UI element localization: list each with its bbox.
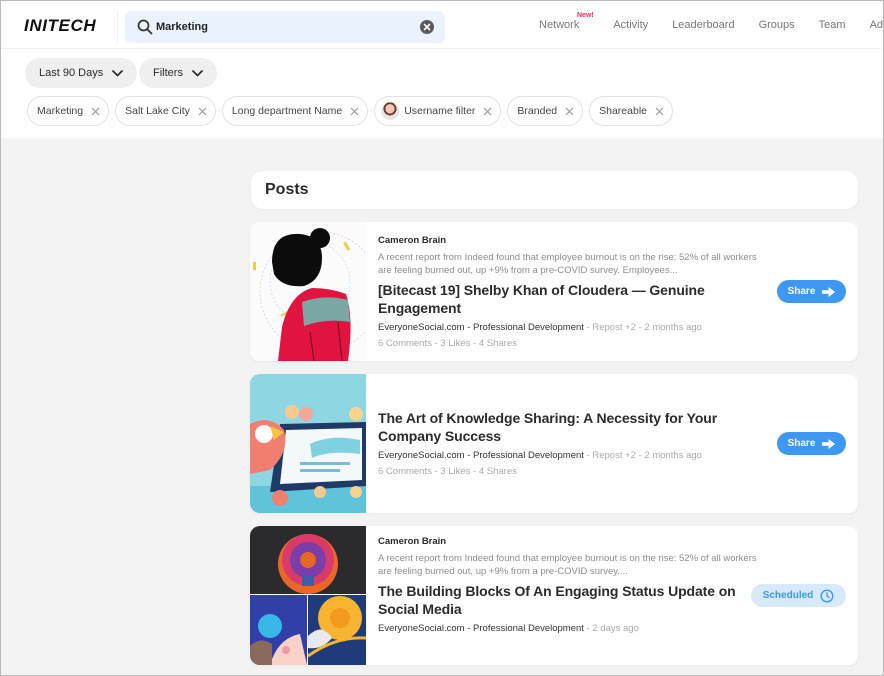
illustration-collage-image xyxy=(250,526,366,665)
post-source[interactable]: EveryoneSocial.com - Professional Develo… xyxy=(378,623,584,634)
scheduled-label: Scheduled xyxy=(763,590,814,601)
chip-label: Salt Lake City xyxy=(125,105,190,117)
nav-item-activity[interactable]: Activity xyxy=(613,19,648,31)
remove-filter-icon[interactable] xyxy=(565,107,574,116)
new-badge: New! xyxy=(577,12,594,19)
filter-chip[interactable]: Marketing xyxy=(27,96,109,126)
main-nav: Network New! Activity Leaderboard Groups… xyxy=(539,1,884,49)
scheduled-button[interactable]: Scheduled xyxy=(751,584,846,607)
date-range-label: Last 90 Days xyxy=(39,67,103,79)
filters-dropdown[interactable]: Filters xyxy=(139,58,217,88)
post-title[interactable]: The Art of Knowledge Sharing: A Necessit… xyxy=(378,409,758,445)
posts-header-card: Posts xyxy=(251,171,858,209)
post-meta-details: - Repost +2 - 2 months ago xyxy=(584,322,702,333)
post-author[interactable]: Cameron Brain xyxy=(378,536,758,547)
post-thumbnail[interactable] xyxy=(250,374,366,513)
nav-item-admin[interactable]: Admi xyxy=(870,19,884,31)
post-excerpt: A recent report from Indeed found that e… xyxy=(378,251,758,277)
divider xyxy=(117,11,118,43)
clear-circle-icon xyxy=(420,20,434,34)
search-icon xyxy=(136,18,154,36)
filters-label: Filters xyxy=(153,67,183,79)
remove-filter-icon[interactable] xyxy=(483,107,492,116)
post-author[interactable]: Cameron Brain xyxy=(378,235,758,246)
arrow-right-icon xyxy=(822,439,835,449)
search-input[interactable] xyxy=(156,11,406,43)
chip-label: Marketing xyxy=(37,105,83,117)
nav-item-groups[interactable]: Groups xyxy=(759,19,795,31)
post-source[interactable]: EveryoneSocial.com - Professional Develo… xyxy=(378,450,584,461)
post-meta: EveryoneSocial.com - Professional Develo… xyxy=(378,622,758,636)
search-bar[interactable] xyxy=(125,11,445,43)
post-body: Cameron Brain A recent report from Indee… xyxy=(378,536,758,636)
arrow-right-icon xyxy=(822,287,835,297)
clock-icon xyxy=(820,589,834,603)
filter-chip[interactable]: Shareable xyxy=(589,96,673,126)
active-filter-chips: Marketing Salt Lake City Long department… xyxy=(27,96,679,126)
app-window: INITECH Network New! Activity Leaderboar… xyxy=(0,0,884,676)
chip-label: Branded xyxy=(517,105,557,117)
post-excerpt: A recent report from Indeed found that e… xyxy=(378,552,758,578)
filter-chip[interactable]: Long department Name xyxy=(222,96,368,126)
initech-logo[interactable]: INITECH xyxy=(24,16,96,36)
remove-filter-icon[interactable] xyxy=(91,107,100,116)
post-thumbnail[interactable] xyxy=(250,222,366,361)
nav-item-network[interactable]: Network New! xyxy=(539,19,579,31)
share-button[interactable]: Share xyxy=(777,280,846,303)
filter-chip[interactable]: Branded xyxy=(507,96,583,126)
share-label: Share xyxy=(788,286,816,297)
remove-filter-icon[interactable] xyxy=(198,107,207,116)
post-body: The Art of Knowledge Sharing: A Necessit… xyxy=(378,409,758,479)
nav-item-team[interactable]: Team xyxy=(819,19,846,31)
post-body: Cameron Brain A recent report from Indee… xyxy=(378,235,758,351)
illustration-woman-image xyxy=(250,222,366,361)
post-meta-details: - 2 days ago xyxy=(584,623,639,634)
illustration-birds-image xyxy=(250,374,366,513)
date-range-dropdown[interactable]: Last 90 Days xyxy=(25,58,137,88)
user-avatar xyxy=(381,102,399,120)
post-meta: EveryoneSocial.com - Professional Develo… xyxy=(378,321,758,335)
filter-chip-user[interactable]: Username filter xyxy=(374,96,501,126)
chip-label: Shareable xyxy=(599,105,647,117)
post-source[interactable]: EveryoneSocial.com - Professional Develo… xyxy=(378,322,584,333)
chip-label: Username filter xyxy=(404,105,475,117)
post-meta: EveryoneSocial.com - Professional Develo… xyxy=(378,449,758,463)
share-label: Share xyxy=(788,438,816,449)
clear-search-button[interactable] xyxy=(420,20,434,34)
chevron-down-icon xyxy=(112,70,123,77)
post-card[interactable]: Cameron Brain A recent report from Indee… xyxy=(250,526,858,665)
post-meta-details: - Repost +2 - 2 months ago xyxy=(584,450,702,461)
share-button[interactable]: Share xyxy=(777,432,846,455)
filter-chip[interactable]: Salt Lake City xyxy=(115,96,216,126)
remove-filter-icon[interactable] xyxy=(655,107,664,116)
post-card[interactable]: Cameron Brain A recent report from Indee… xyxy=(250,222,858,361)
top-navigation-bar: INITECH Network New! Activity Leaderboar… xyxy=(1,1,884,49)
filter-bar: Last 90 Days Filters Marketing Salt Lake… xyxy=(1,49,884,138)
posts-heading: Posts xyxy=(265,181,309,199)
post-title[interactable]: The Building Blocks Of An Engaging Statu… xyxy=(378,582,758,618)
post-stats: 6 Comments - 3 Likes - 4 Shares xyxy=(378,465,758,479)
nav-label: Network xyxy=(539,19,579,31)
remove-filter-icon[interactable] xyxy=(350,107,359,116)
nav-item-leaderboard[interactable]: Leaderboard xyxy=(672,19,734,31)
post-title[interactable]: [Bitecast 19] Shelby Khan of Cloudera — … xyxy=(378,281,758,317)
post-card[interactable]: The Art of Knowledge Sharing: A Necessit… xyxy=(250,374,858,513)
post-stats: 6 Comments - 3 Likes - 4 Shares xyxy=(378,337,758,351)
post-thumbnail[interactable] xyxy=(250,526,366,665)
chevron-down-icon xyxy=(192,70,203,77)
chip-label: Long department Name xyxy=(232,105,342,117)
